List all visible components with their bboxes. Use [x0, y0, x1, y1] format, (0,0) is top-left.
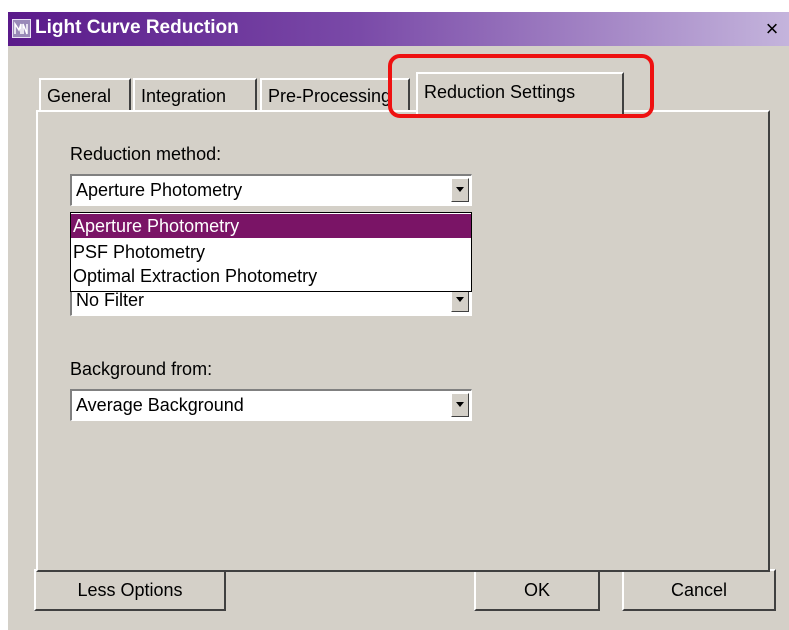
- window-title: Light Curve Reduction: [35, 17, 239, 38]
- reduction-method-dropdown-list: Aperture Photometry PSF Photometry Optim…: [70, 212, 472, 292]
- dropdown-option-psf-photometry[interactable]: PSF Photometry: [71, 240, 471, 264]
- ok-button[interactable]: OK: [474, 569, 600, 611]
- app-icon: [12, 19, 31, 38]
- cancel-button[interactable]: Cancel: [622, 569, 776, 611]
- reduction-method-label: Reduction method:: [70, 144, 222, 164]
- tab-highlight-annotation: [388, 54, 654, 118]
- dropdown-option-aperture-photometry[interactable]: Aperture Photometry: [71, 214, 471, 238]
- background-from-select[interactable]: Average Background: [70, 389, 472, 421]
- tab-integration[interactable]: Integration: [133, 78, 257, 110]
- close-icon[interactable]: ×: [758, 16, 786, 42]
- dropdown-option-optimal-extraction-photometry[interactable]: Optimal Extraction Photometry: [71, 264, 471, 288]
- background-from-value: Average Background: [76, 395, 244, 415]
- background-from-label: Background from:: [70, 359, 213, 379]
- less-options-button[interactable]: Less Options: [34, 569, 226, 611]
- title-bar[interactable]: Light Curve Reduction ×: [8, 12, 789, 46]
- reduction-method-value: Aperture Photometry: [76, 180, 243, 200]
- dialog-window: Light Curve Reduction × General Integrat…: [8, 12, 789, 630]
- tab-general[interactable]: General: [39, 78, 131, 110]
- chevron-down-icon[interactable]: [451, 393, 469, 417]
- reduction-method-select[interactable]: Aperture Photometry: [70, 174, 472, 206]
- chevron-down-icon[interactable]: [451, 178, 469, 202]
